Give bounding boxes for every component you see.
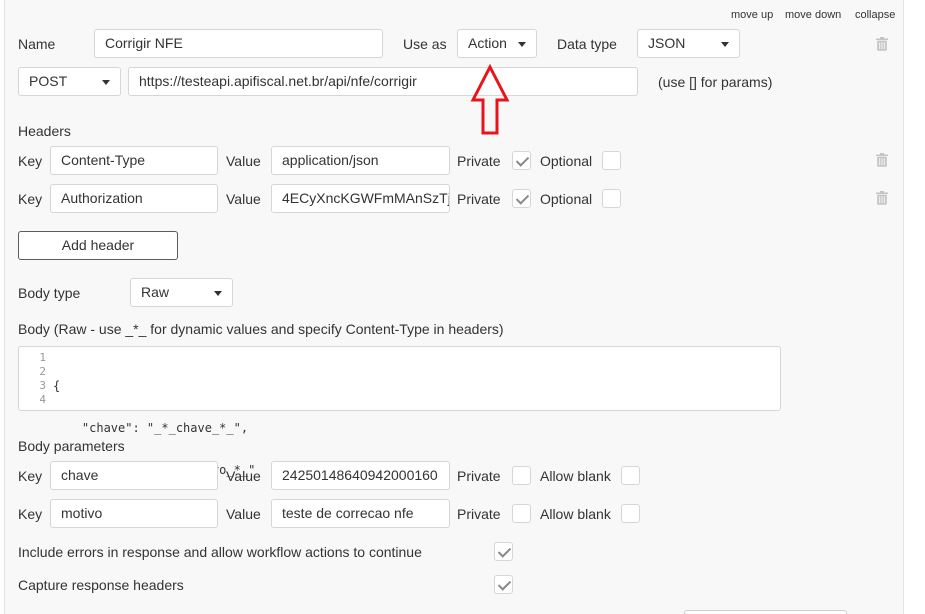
header-key-input[interactable]: Authorization: [50, 184, 218, 213]
trash-icon[interactable]: [876, 153, 888, 167]
http-method-value: POST: [29, 73, 68, 89]
header-key-label: Key: [18, 191, 43, 207]
code-line: "chave": "_*_chave_*_",: [53, 421, 249, 435]
private-checkbox[interactable]: [512, 466, 531, 485]
trash-icon[interactable]: [876, 37, 888, 51]
line-number: 4: [39, 393, 46, 406]
collapse-link[interactable]: collapse: [855, 9, 895, 21]
params-hint: (use [] for params): [658, 74, 773, 90]
caret-down-icon: [214, 291, 222, 296]
include-errors-checkbox[interactable]: [494, 542, 513, 561]
private-label: Private: [457, 468, 501, 484]
data-type-label: Data type: [557, 36, 617, 52]
allow-blank-checkbox[interactable]: [621, 504, 640, 523]
bottom-edge-element: [684, 610, 847, 614]
private-label: Private: [457, 506, 501, 522]
line-number: 2: [39, 365, 46, 378]
caret-down-icon: [102, 80, 110, 85]
use-as-label: Use as: [403, 36, 447, 52]
name-label: Name: [18, 36, 56, 52]
headers-title: Headers: [18, 123, 71, 139]
body-type-label: Body type: [18, 285, 81, 301]
private-checkbox[interactable]: [512, 151, 531, 170]
param-value-input[interactable]: teste de correcao nfe: [271, 499, 450, 528]
private-label: Private: [457, 153, 501, 169]
body-code-editor[interactable]: 1 2 3 4 { "chave": "_*_chave_*_", "motiv…: [18, 346, 781, 519]
capture-headers-checkbox[interactable]: [494, 575, 513, 594]
optional-checkbox[interactable]: [602, 151, 621, 170]
up-arrow-annotation: [470, 64, 510, 135]
code-line: {: [53, 379, 61, 393]
allow-blank-label: Allow blank: [540, 468, 611, 484]
header-value-label: Value: [226, 191, 261, 207]
include-errors-label: Include errors in response and allow wor…: [18, 544, 422, 560]
trash-icon[interactable]: [876, 191, 888, 205]
param-value-label: Value: [226, 506, 261, 522]
header-value-label: Value: [226, 153, 261, 169]
body-parameters-title: Body parameters: [18, 438, 125, 454]
param-key-label: Key: [18, 468, 43, 484]
optional-checkbox[interactable]: [602, 189, 621, 208]
move-up-link[interactable]: move up: [731, 9, 773, 21]
header-value-input[interactable]: 4ECyXncKGWFmMAnSzTj: [271, 184, 450, 213]
private-checkbox[interactable]: [512, 189, 531, 208]
allow-blank-label: Allow blank: [540, 506, 611, 522]
param-key-input[interactable]: chave: [50, 461, 218, 490]
caret-down-icon: [721, 42, 729, 47]
private-label: Private: [457, 191, 501, 207]
caret-down-icon: [518, 42, 526, 47]
param-key-label: Key: [18, 506, 43, 522]
data-type-value: JSON: [648, 35, 686, 51]
capture-headers-label: Capture response headers: [18, 577, 184, 593]
name-input[interactable]: Corrigir NFE: [94, 29, 383, 58]
http-method-dropdown[interactable]: POST: [18, 67, 121, 96]
line-number-gutter: 1 2 3 4: [19, 351, 46, 407]
param-value-label: Value: [226, 468, 261, 484]
data-type-dropdown[interactable]: JSON: [637, 29, 740, 58]
add-header-button[interactable]: Add header: [18, 231, 178, 260]
private-checkbox[interactable]: [512, 504, 531, 523]
optional-label: Optional: [540, 153, 593, 169]
url-input[interactable]: https://testeapi.apifiscal.net.br/api/nf…: [128, 67, 638, 96]
line-number: 3: [39, 379, 46, 392]
use-as-dropdown[interactable]: Action: [457, 29, 537, 58]
header-key-input[interactable]: Content-Type: [50, 146, 218, 175]
param-value-input[interactable]: 24250148640942000160: [271, 461, 450, 490]
move-down-link[interactable]: move down: [785, 9, 841, 21]
body-description: Body (Raw - use _*_ for dynamic values a…: [18, 321, 504, 337]
allow-blank-checkbox[interactable]: [621, 466, 640, 485]
param-key-input[interactable]: motivo: [50, 499, 218, 528]
use-as-value: Action: [468, 35, 507, 51]
header-key-label: Key: [18, 153, 43, 169]
line-number: 1: [39, 351, 46, 364]
optional-label: Optional: [540, 191, 593, 207]
header-value-input[interactable]: application/json: [271, 146, 450, 175]
body-type-dropdown[interactable]: Raw: [130, 278, 233, 307]
body-type-value: Raw: [141, 284, 170, 300]
